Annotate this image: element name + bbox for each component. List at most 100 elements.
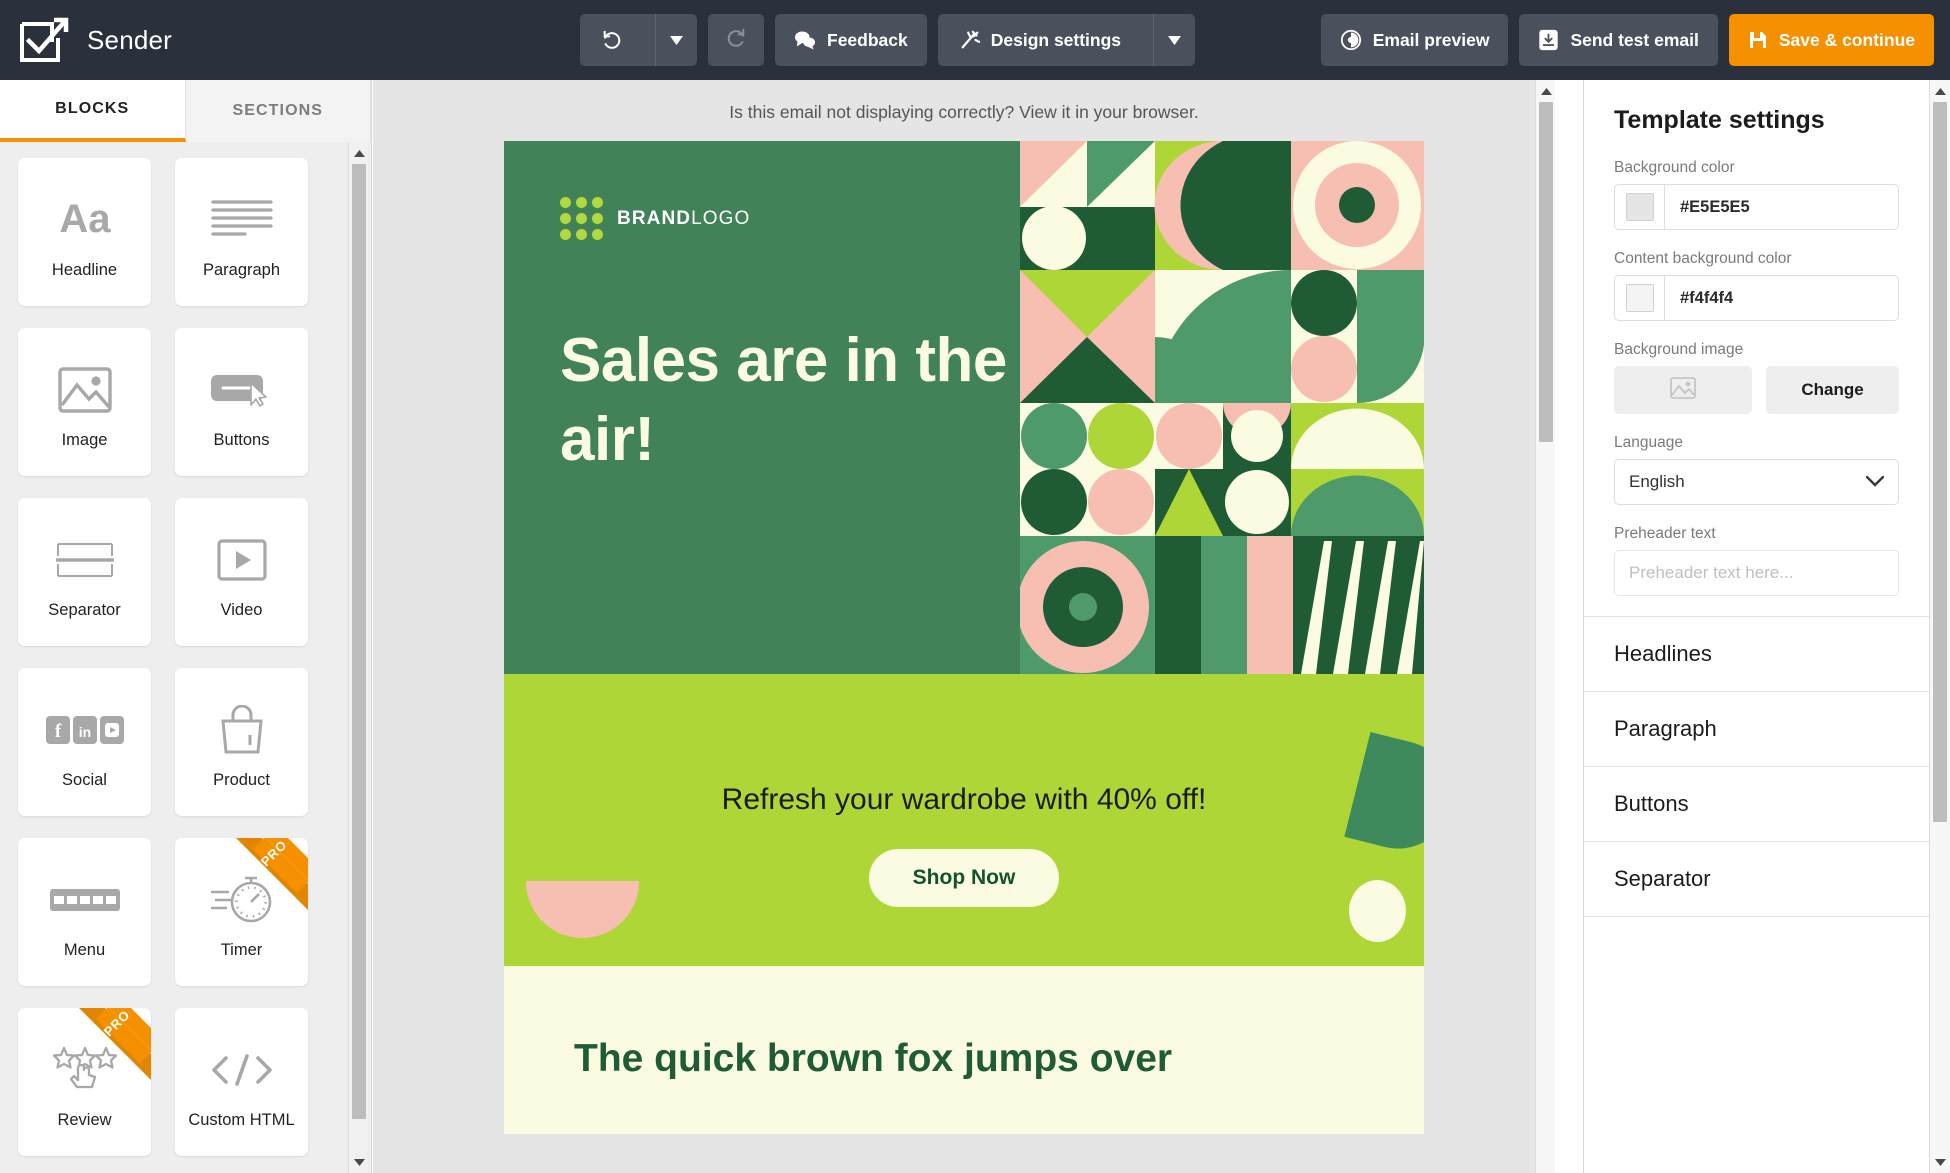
redo-icon <box>725 27 747 54</box>
design-settings-button[interactable]: Design settings <box>937 14 1196 66</box>
block-label: Menu <box>63 940 106 959</box>
stopwatch-icon <box>209 864 275 936</box>
block-headline[interactable]: Aa Headline <box>18 158 151 306</box>
promo-headline[interactable]: Refresh your wardrobe with 40% off! <box>504 674 1424 817</box>
hero-headline[interactable]: Sales are in the air! <box>560 322 1020 479</box>
language-select[interactable]: English <box>1614 459 1899 505</box>
block-custom-html[interactable]: Custom HTML <box>175 1008 308 1156</box>
block-image[interactable]: Image <box>18 328 151 476</box>
accordion-item-separator[interactable]: Separator <box>1584 842 1950 917</box>
brand-logo-bold: BRAND <box>617 207 692 229</box>
content-background-color-input-row[interactable]: #f4f4f4 <box>1614 275 1899 321</box>
right-panel-scrollbar-thumb[interactable] <box>1933 102 1947 822</box>
blocks-list: Aa Headline Paragraph Image Buttons Separator… <box>0 142 348 1173</box>
scroll-up-arrow-icon[interactable] <box>1930 82 1950 100</box>
eye-icon <box>1340 29 1362 51</box>
chevron-down-icon[interactable] <box>1153 14 1195 66</box>
tab-blocks[interactable]: BLOCKS <box>0 80 186 142</box>
email-brand-logo[interactable]: BRANDLOGO <box>560 197 1020 240</box>
accordion-item-headlines[interactable]: Headlines <box>1584 617 1950 692</box>
top-toolbar: Sender Feedback Design settings Email pr… <box>0 0 1950 80</box>
text-aa-icon: Aa <box>54 184 116 256</box>
body-headline[interactable]: The quick brown fox jumps over <box>574 1036 1354 1083</box>
geometric-pattern-image[interactable] <box>1020 141 1424 674</box>
tab-sections[interactable]: SECTIONS <box>185 80 371 142</box>
view-in-browser-note: Is this email not displaying correctly? … <box>729 102 1199 122</box>
panel-title: Template settings <box>1614 106 1825 134</box>
image-placeholder-icon <box>1670 376 1696 404</box>
content-background-color-swatch-button[interactable] <box>1615 276 1665 320</box>
preheader-text-input[interactable] <box>1614 550 1899 596</box>
email-promo-section[interactable]: Refresh your wardrobe with 40% off! Shop… <box>504 674 1424 966</box>
block-product[interactable]: Product <box>175 668 308 816</box>
content-background-color-label: Content background color <box>1614 250 1792 267</box>
undo-icon[interactable] <box>580 14 644 66</box>
tab-blocks-label: BLOCKS <box>55 100 130 117</box>
brand-dots-icon <box>560 197 603 240</box>
save-disk-icon <box>1748 30 1768 50</box>
background-color-value[interactable]: #E5E5E5 <box>1665 185 1898 229</box>
canvas-scrollbar-thumb[interactable] <box>1539 102 1553 442</box>
block-label: Timer <box>220 940 263 959</box>
block-timer[interactable]: Timer PRO <box>175 838 308 986</box>
magic-wand-icon <box>959 29 981 51</box>
chevron-down-icon <box>1865 472 1885 492</box>
feedback-button[interactable]: Feedback <box>775 14 927 66</box>
content-background-color-field: Content background color #f4f4f4 <box>1614 250 1899 321</box>
svg-text:f: f <box>54 721 61 742</box>
template-settings-panel: Template settings Background color #E5E5… <box>1583 80 1950 1173</box>
chevron-down-icon[interactable] <box>655 14 697 66</box>
block-review[interactable]: Review PRO <box>18 1008 151 1156</box>
background-image-field: Background image Change <box>1614 341 1899 414</box>
feedback-label: Feedback <box>827 29 908 50</box>
language-field: Language English <box>1614 434 1899 505</box>
background-image-label: Background image <box>1614 341 1744 358</box>
accordion-item-label: Separator <box>1614 866 1711 891</box>
block-social[interactable]: f in Social <box>18 668 151 816</box>
email-hero-section[interactable]: BRANDLOGO Sales are in the air! <box>504 141 1424 674</box>
sidebar-scrollbar-thumb[interactable] <box>352 164 366 1119</box>
block-label: Image <box>61 430 108 449</box>
shop-now-button[interactable]: Shop Now <box>868 849 1060 907</box>
accordion-item-label: Headlines <box>1614 641 1712 666</box>
block-paragraph[interactable]: Paragraph <box>175 158 308 306</box>
code-brackets-icon <box>209 1034 275 1106</box>
scroll-down-arrow-icon[interactable] <box>349 1153 369 1171</box>
save-continue-label: Save & continue <box>1778 29 1915 50</box>
redo-button[interactable] <box>708 14 764 66</box>
background-color-input-row[interactable]: #E5E5E5 <box>1614 184 1899 230</box>
inbox-arrow-icon <box>1538 29 1559 51</box>
content-background-color-value[interactable]: #f4f4f4 <box>1665 276 1898 320</box>
save-continue-button[interactable]: Save & continue <box>1728 14 1934 66</box>
undo-button[interactable] <box>580 14 697 66</box>
block-video[interactable]: Video <box>175 498 308 646</box>
sidebar-scrollbar[interactable] <box>348 142 368 1173</box>
block-buttons[interactable]: Buttons <box>175 328 308 476</box>
checkbox-arrow-logo-icon <box>18 16 70 64</box>
background-image-preview[interactable] <box>1614 366 1752 414</box>
menu-bar-icon <box>49 864 120 936</box>
sidebar-tabs: BLOCKS SECTIONS <box>0 80 371 142</box>
right-panel-scrollbar[interactable] <box>1929 80 1950 1173</box>
design-settings-label: Design settings <box>990 29 1122 50</box>
svg-text:Aa: Aa <box>59 200 111 240</box>
canvas-scrollbar[interactable] <box>1535 80 1555 1173</box>
send-test-email-button[interactable]: Send test email <box>1519 14 1718 66</box>
email-preview-button[interactable]: Email preview <box>1320 14 1509 66</box>
background-color-field: Background color #E5E5E5 <box>1614 159 1899 230</box>
email-preview-label: Email preview <box>1372 29 1490 50</box>
background-color-swatch-button[interactable] <box>1615 185 1665 229</box>
accordion-item-paragraph[interactable]: Paragraph <box>1584 692 1950 767</box>
accordion-item-buttons[interactable]: Buttons <box>1584 767 1950 842</box>
email-body-section[interactable]: The quick brown fox jumps over <box>504 966 1424 1134</box>
block-separator[interactable]: Separator <box>18 498 151 646</box>
scroll-down-arrow-icon[interactable] <box>1930 1153 1950 1171</box>
change-background-image-button[interactable]: Change <box>1766 366 1899 414</box>
scroll-up-arrow-icon[interactable] <box>1536 82 1555 100</box>
block-menu[interactable]: Menu <box>18 838 151 986</box>
toolbar-right-group: Email preview Send test email Save & con… <box>1320 14 1950 66</box>
scroll-up-arrow-icon[interactable] <box>349 144 369 162</box>
toolbar-left-group: Feedback Design settings <box>580 14 1196 66</box>
chat-bubble-icon <box>794 30 816 50</box>
accordion-item-label: Paragraph <box>1614 716 1717 741</box>
